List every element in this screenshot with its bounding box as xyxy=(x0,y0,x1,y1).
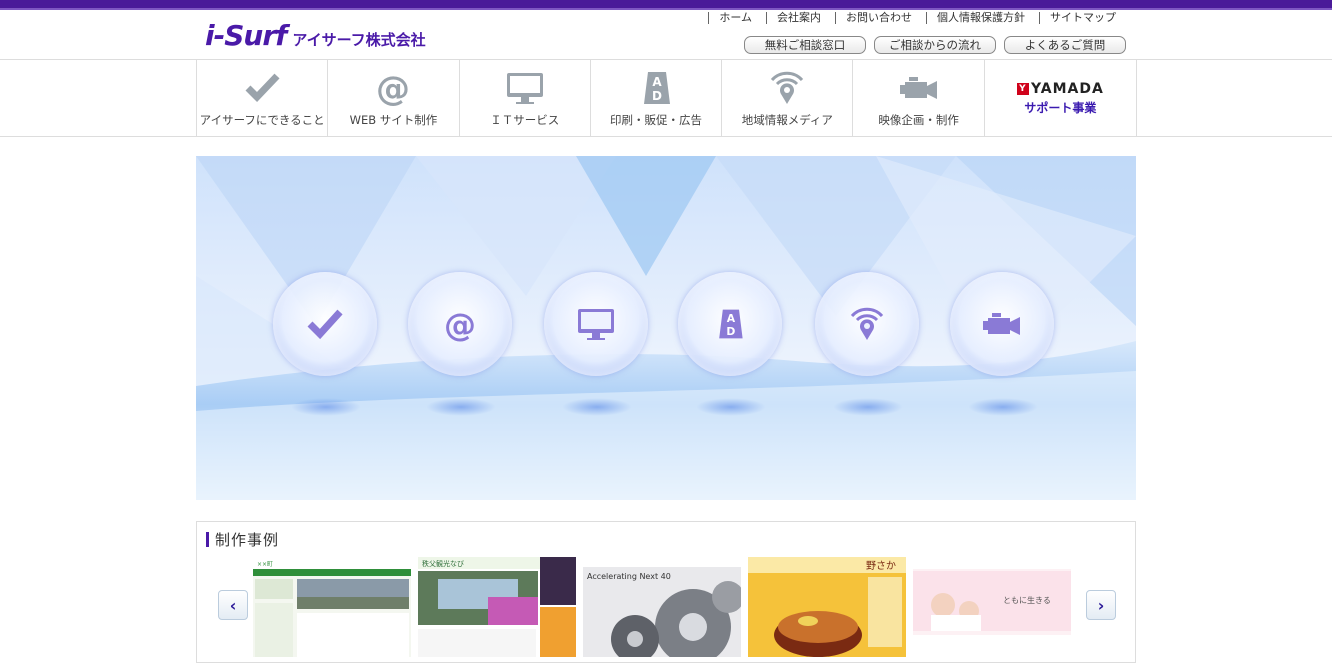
top-accent-bar xyxy=(0,0,1332,10)
top-link-home[interactable]: ホーム xyxy=(708,12,760,24)
svg-text:A: A xyxy=(727,312,736,325)
video-camera-icon xyxy=(899,77,937,99)
nav-label: WEB サイト制作 xyxy=(349,113,438,127)
monitor-icon xyxy=(578,309,614,340)
svg-text:××町: ××町 xyxy=(257,561,273,568)
top-link-sitemap[interactable]: サイトマップ xyxy=(1039,12,1124,24)
nav-item-yamada[interactable]: Y YAMADA サポート事業 xyxy=(985,60,1137,136)
yamada-support-label: サポート事業 xyxy=(1024,100,1097,115)
works-title: 制作事例 xyxy=(206,529,279,550)
svg-text:A: A xyxy=(652,75,662,89)
svg-text:@: @ xyxy=(376,70,410,106)
video-camera-icon xyxy=(983,313,1020,335)
hero-bubble-media[interactable] xyxy=(815,272,919,376)
nav-label: 映像企画・制作 xyxy=(878,113,959,127)
svg-text:野さか: 野さか xyxy=(866,560,896,572)
title-bar xyxy=(206,532,209,547)
monitor-icon xyxy=(506,73,543,104)
hero-banner: @ AD xyxy=(196,156,1136,500)
logo-mark: i-Surf xyxy=(205,19,287,52)
work-thumb-restaurant[interactable]: 野さか xyxy=(748,557,906,657)
header-buttons: 無料ご相談窓口 ご相談からの流れ よくあるご質問 xyxy=(744,36,1126,54)
carousel-prev-button[interactable]: ‹ xyxy=(218,590,248,620)
top-link-contact[interactable]: お問い合わせ xyxy=(835,12,920,24)
at-icon: @ xyxy=(376,70,410,106)
hero-bubble-capabilities[interactable] xyxy=(273,272,377,376)
bubble-shadow xyxy=(968,398,1038,416)
bubble-shadow xyxy=(696,398,766,416)
svg-text:D: D xyxy=(726,325,735,338)
logo[interactable]: i-Surf アイサーフ株式会社 xyxy=(205,15,426,51)
work-thumb-care[interactable]: ともに生きる xyxy=(913,557,1071,657)
works-section: 制作事例 ‹ ××町 秩父観光なび Accelerating Next 40 野… xyxy=(196,521,1136,663)
hero-bubble-print[interactable]: AD xyxy=(678,272,782,376)
ad-board-icon: AD xyxy=(644,72,671,104)
free-consult-button[interactable]: 無料ご相談窓口 xyxy=(744,36,866,54)
svg-text:ともに生きる: ともに生きる xyxy=(1003,595,1051,605)
work-thumb-chichibu[interactable]: 秩父観光なび xyxy=(418,557,576,657)
main-nav: アイサーフにできること @ WEB サイト制作 ＩＴサービス AD 印刷・販促・… xyxy=(0,59,1332,137)
nav-item-media[interactable]: 地域情報メディア xyxy=(722,60,854,136)
yamada-logo: Y YAMADA xyxy=(1016,81,1104,97)
work-thumb-town[interactable]: ××町 xyxy=(253,557,411,657)
svg-text:Accelerating Next 40: Accelerating Next 40 xyxy=(587,572,671,581)
chevron-left-icon: ‹ xyxy=(229,595,237,615)
bubble-shadow xyxy=(291,398,361,416)
bubble-shadow xyxy=(426,398,496,416)
thumb-image: Accelerating Next 40 xyxy=(583,557,741,657)
chevron-right-icon: › xyxy=(1097,595,1105,615)
nav-item-capabilities[interactable]: アイサーフにできること xyxy=(197,60,329,136)
ad-board-icon: AD xyxy=(719,309,743,339)
hero-bubble-it[interactable] xyxy=(544,272,648,376)
nav-item-it[interactable]: ＩＴサービス xyxy=(460,60,591,136)
bubble-shadow xyxy=(562,398,632,416)
work-thumb-gears[interactable]: Accelerating Next 40 xyxy=(583,557,741,657)
svg-text:D: D xyxy=(652,89,662,103)
thumb-image: ともに生きる xyxy=(913,557,1071,657)
at-icon: @ xyxy=(444,306,476,342)
bubble-shadow xyxy=(833,398,903,416)
svg-text:@: @ xyxy=(444,306,476,342)
hero-bubble-web[interactable]: @ xyxy=(408,272,512,376)
logo-company-name: アイサーフ株式会社 xyxy=(292,31,426,49)
svg-text:秩父観光なび: 秩父観光なび xyxy=(422,559,464,568)
yamada-mark-icon: Y xyxy=(1016,82,1029,95)
nav-label: アイサーフにできること xyxy=(199,113,325,127)
top-link-company[interactable]: 会社案内 xyxy=(766,12,829,24)
thumb-image: ××町 xyxy=(253,557,411,657)
top-links: ホーム 会社案内 お問い合わせ 個人情報保護方針 サイトマップ xyxy=(702,12,1124,24)
nav-item-video[interactable]: 映像企画・制作 xyxy=(853,60,985,136)
nav-item-web[interactable]: @ WEB サイト制作 xyxy=(328,60,460,136)
thumb-image: 秩父観光なび xyxy=(418,557,576,657)
consult-flow-button[interactable]: ご相談からの流れ xyxy=(874,36,996,54)
thumb-image: 野さか xyxy=(748,557,906,657)
nav-label: 地域情報メディア xyxy=(741,113,833,127)
nav-label: 印刷・販促・広告 xyxy=(610,113,703,127)
hero-bubble-video[interactable] xyxy=(950,272,1054,376)
top-link-privacy[interactable]: 個人情報保護方針 xyxy=(926,12,1033,24)
faq-button[interactable]: よくあるご質問 xyxy=(1004,36,1126,54)
nav-label: ＩＴサービス xyxy=(490,113,560,127)
header: i-Surf アイサーフ株式会社 ホーム 会社案内 お問い合わせ 個人情報保護方… xyxy=(0,10,1332,59)
check-icon xyxy=(245,73,280,103)
nav-item-print[interactable]: AD 印刷・販促・広告 xyxy=(591,60,723,136)
location-signal-icon xyxy=(771,71,804,104)
location-signal-icon xyxy=(850,307,884,340)
carousel-next-button[interactable]: › xyxy=(1086,590,1116,620)
check-icon xyxy=(307,309,343,340)
